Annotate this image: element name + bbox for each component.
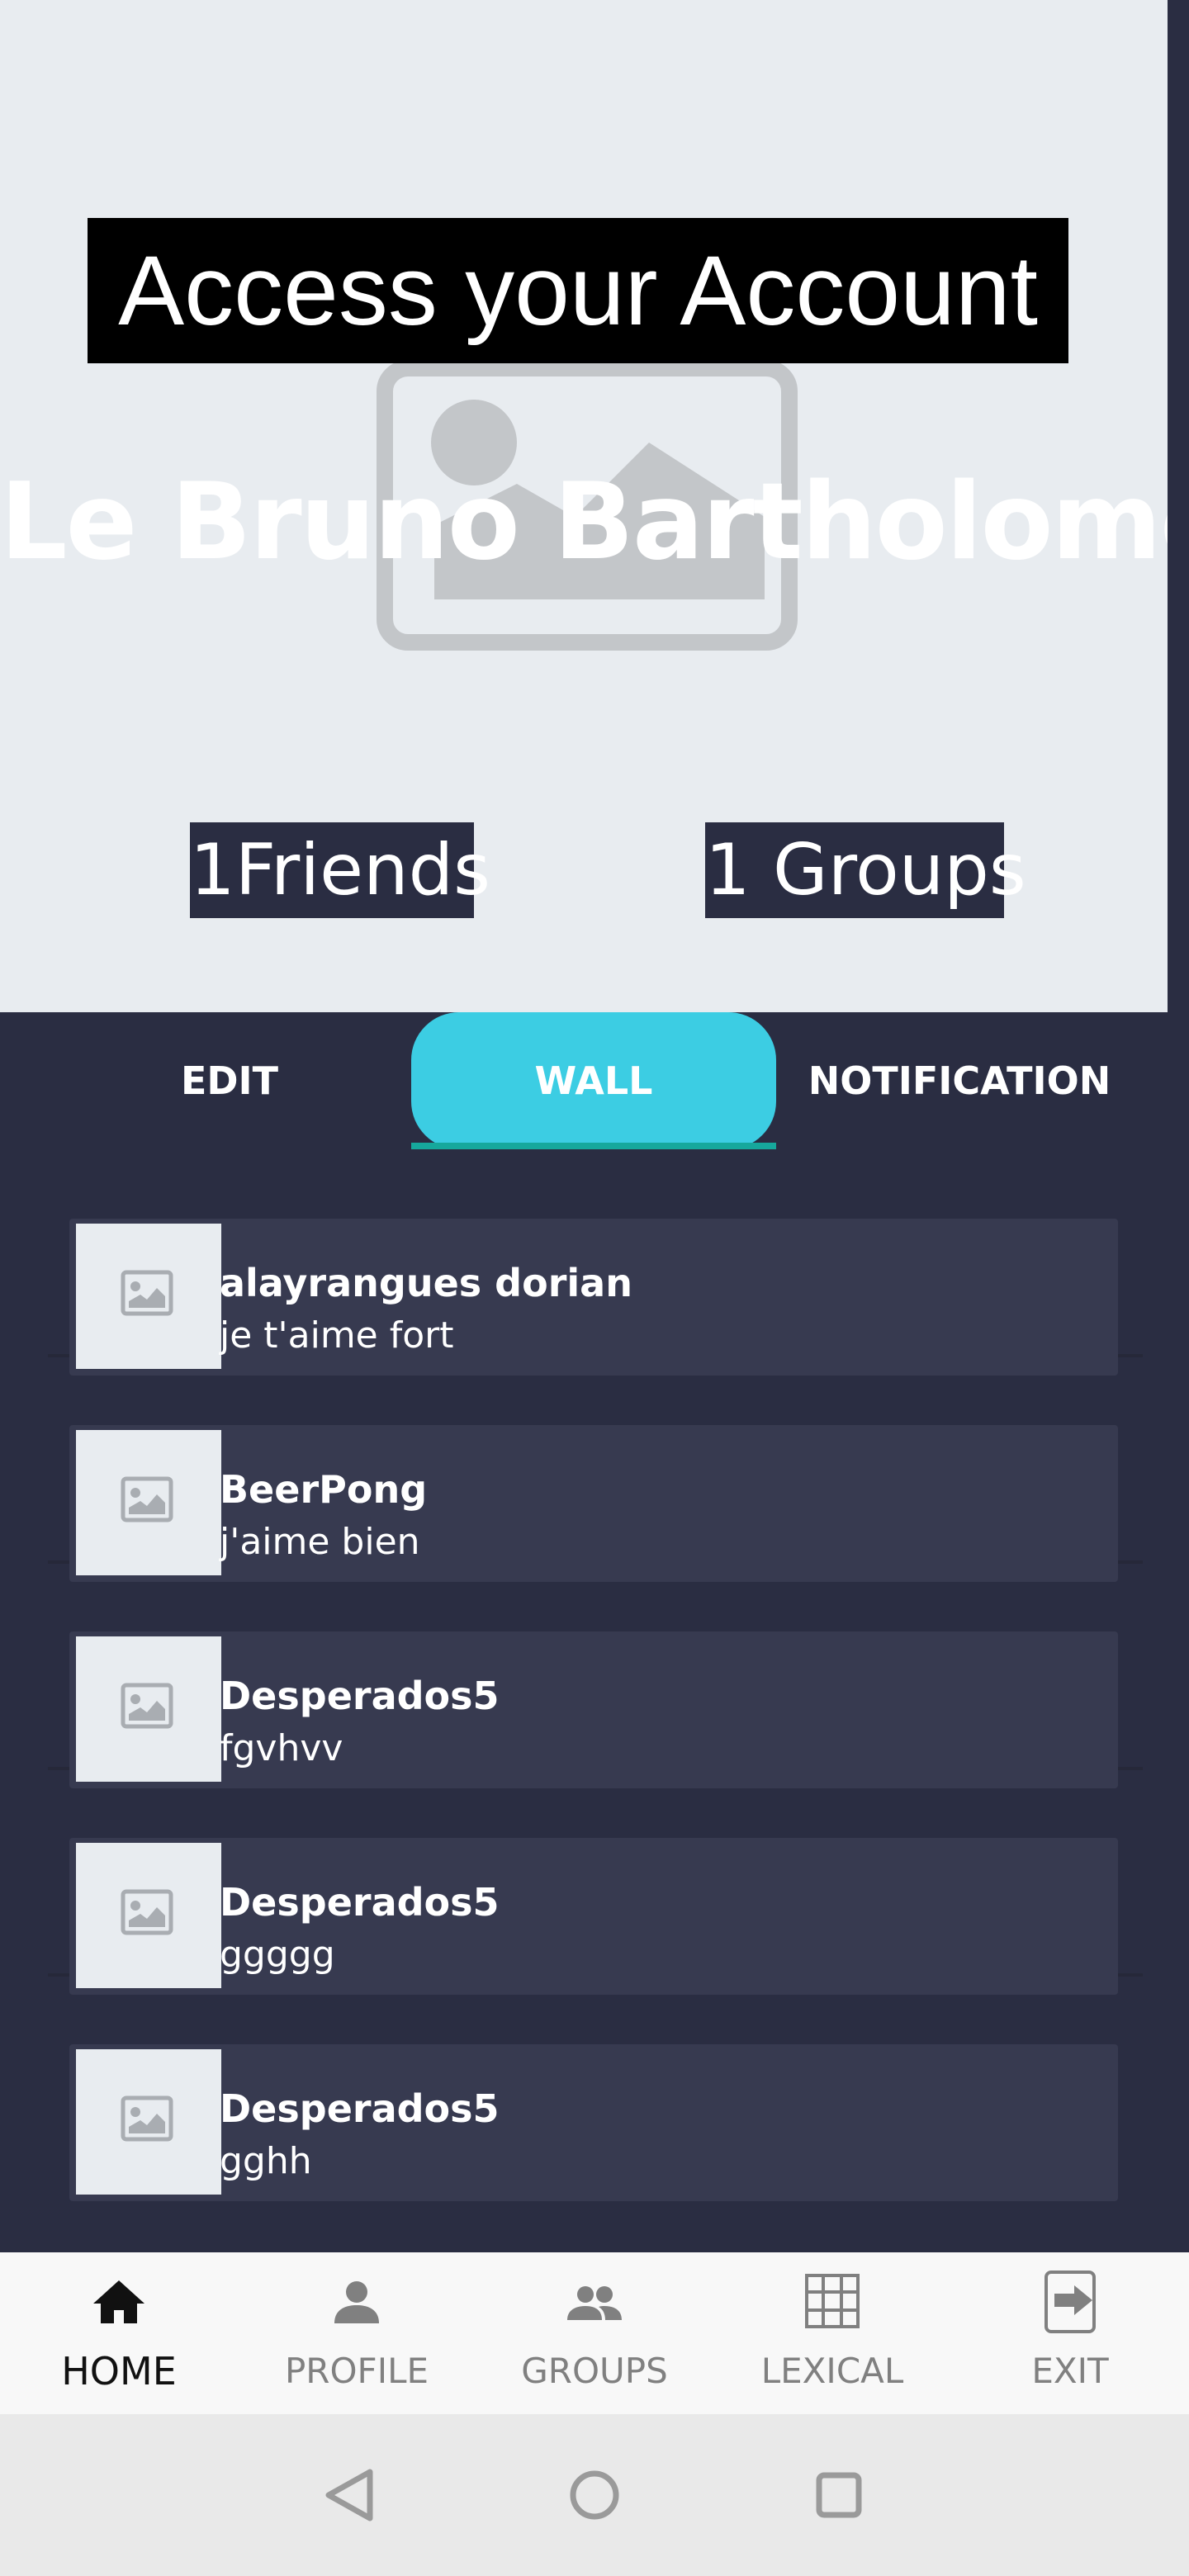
avatar <box>76 1430 221 1575</box>
tab-indicator <box>411 1143 776 1149</box>
wall-post-list[interactable]: alayrangues dorian je t'aime fort BeerPo… <box>0 1153 1189 2251</box>
nav-groups-label: GROUPS <box>521 2351 668 2391</box>
list-item[interactable]: alayrangues dorian je t'aime fort <box>48 1153 1143 1376</box>
image-icon <box>121 2095 173 2142</box>
nav-groups[interactable]: GROUPS <box>476 2252 713 2414</box>
nav-lexical[interactable]: LEXICAL <box>713 2252 951 2414</box>
nav-profile-label: PROFILE <box>284 2351 429 2391</box>
groups-count[interactable]: 1 Groups <box>705 822 1026 918</box>
profile-header: Access your Account Le Bruno Bartholomé … <box>0 0 1168 1012</box>
scroll-edge <box>1168 0 1189 1012</box>
avatar <box>76 1843 221 1988</box>
post-author: BeerPong <box>220 1467 428 1512</box>
post-message: j'aime bien <box>220 1521 420 1563</box>
post-author: Desperados5 <box>220 1880 500 1925</box>
avatar <box>76 2049 221 2195</box>
nav-home-label: HOME <box>61 2349 177 2394</box>
list-item[interactable]: Desperados5 gghh <box>48 1978 1143 2201</box>
exit-icon <box>1045 2271 1096 2333</box>
image-icon <box>121 1683 173 1729</box>
nav-profile[interactable]: PROFILE <box>238 2252 476 2414</box>
profile-name: Le Bruno Bartholomé <box>0 461 1168 584</box>
home-icon <box>93 2280 144 2323</box>
list-item[interactable]: Desperados5 ggggg <box>48 1772 1143 1995</box>
grid-icon <box>805 2274 860 2328</box>
post-message: ggggg <box>220 1934 335 1976</box>
post-author: alayrangues dorian <box>220 1261 632 1305</box>
nav-exit-label: EXIT <box>1031 2351 1109 2391</box>
friends-count[interactable]: 1Friends <box>190 822 490 918</box>
person-icon <box>334 2281 379 2323</box>
bottom-navigation: HOME PROFILE GROUPS LEXICAL EXIT <box>0 2252 1189 2414</box>
tab-edit[interactable]: EDIT <box>66 1012 393 1149</box>
system-navigation-bar <box>0 2414 1189 2576</box>
profile-tabs: EDIT WALL NOTIFICATION <box>0 1012 1189 1153</box>
list-item[interactable]: BeerPong j'aime bien <box>48 1359 1143 1582</box>
post-message: je t'aime fort <box>220 1314 454 1357</box>
app-root: Access your Account Le Bruno Bartholomé … <box>0 0 1189 2576</box>
nav-lexical-label: LEXICAL <box>760 2351 904 2391</box>
post-message: gghh <box>220 2140 312 2182</box>
recents-icon[interactable] <box>801 2457 877 2533</box>
post-author: Desperados5 <box>220 1674 500 1718</box>
nav-exit[interactable]: EXIT <box>951 2252 1189 2414</box>
image-icon <box>121 1476 173 1522</box>
image-icon <box>121 1889 173 1935</box>
post-author: Desperados5 <box>220 2086 500 2131</box>
access-account-title: Access your Account <box>88 218 1068 363</box>
list-item[interactable]: Desperados5 fgvhvv <box>48 1565 1143 1788</box>
avatar <box>76 1224 221 1369</box>
nav-home[interactable]: HOME <box>0 2252 238 2414</box>
image-icon <box>121 1270 173 1316</box>
groups-icon <box>567 2286 622 2320</box>
tab-wall[interactable]: WALL <box>411 1012 776 1149</box>
avatar <box>76 1636 221 1782</box>
post-message: fgvhvv <box>220 1727 343 1769</box>
tab-notification[interactable]: NOTIFICATION <box>796 1012 1123 1149</box>
home-circle-icon[interactable] <box>557 2457 632 2533</box>
back-icon[interactable] <box>312 2457 388 2533</box>
